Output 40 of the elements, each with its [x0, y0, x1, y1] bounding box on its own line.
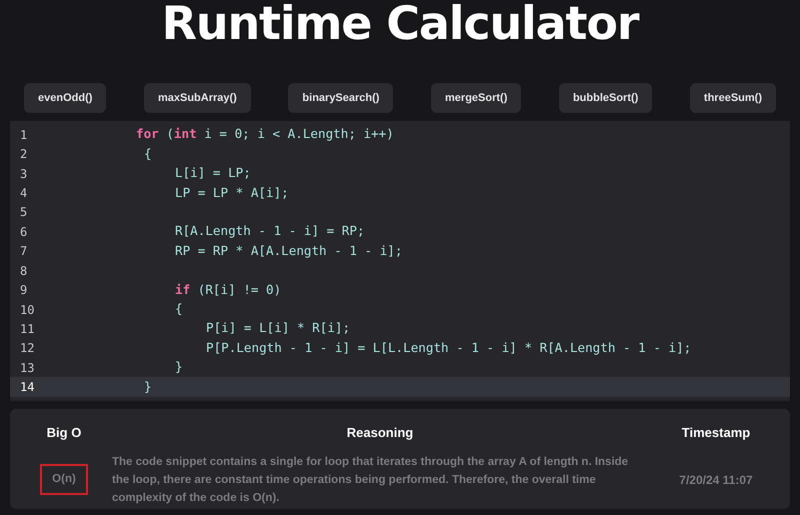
line-number: 2 — [19, 146, 28, 164]
line-number: 5 — [19, 204, 28, 222]
code-line: LP = LP * A[i]; — [175, 184, 289, 202]
line-number: 6 — [19, 224, 28, 241]
line-number: 1 — [19, 126, 28, 144]
code-line: { — [144, 144, 152, 163]
code-line: { — [175, 300, 183, 318]
code-line: P[P.Length - 1 - i] = L[L.Length - 1 - i] * R[A.Length - 1 - i]; — [206, 338, 692, 357]
line-number: 13 — [19, 360, 36, 377]
code-line: R[A.Length - 1 - i] = RP; — [175, 222, 365, 240]
app-title: Runtime Calculator — [162, 0, 638, 50]
timestamp: 7/20/24 11:07 — [679, 472, 753, 488]
code-editor[interactable] — [10, 121, 790, 401]
column-header: Big O — [46, 424, 82, 442]
line-number: 11 — [19, 320, 36, 338]
column-header: Reasoning — [346, 424, 414, 442]
example-button[interactable]: binarySearch() — [288, 83, 394, 113]
code-line: } — [144, 378, 152, 396]
line-number: 9 — [19, 282, 28, 300]
reasoning-text: The code snippet contains a single for loop that iterates through the array A of length n. Inside the loop, there are constant time operations being performed. Therefore, the overall time complexity of the code is O(n). — [112, 454, 630, 506]
code-line: if (R[i] != 0) — [175, 280, 282, 299]
example-button[interactable]: threeSum() — [690, 83, 776, 113]
big-o-cell: O(n) — [40, 464, 88, 496]
line-number: 12 — [19, 340, 36, 358]
code-line: } — [175, 358, 183, 376]
example-button[interactable]: maxSubArray() — [144, 83, 251, 113]
line-number: 10 — [19, 302, 36, 318]
column-header: Timestamp — [682, 424, 750, 442]
example-button[interactable]: mergeSort() — [431, 83, 522, 113]
line-number: 7 — [19, 243, 28, 260]
example-button[interactable]: evenOdd() — [24, 83, 106, 113]
line-number: 14 — [19, 379, 36, 396]
line-number: 3 — [19, 166, 28, 183]
code-line: RP = RP * A[A.Length - 1 - i]; — [175, 242, 402, 260]
code-line: P[i] = L[i] * R[i]; — [206, 319, 350, 338]
code-line: for (int i = 0; i < A.Length; i++) — [136, 125, 394, 144]
line-number: 4 — [19, 184, 28, 202]
example-button[interactable]: bubbleSort() — [558, 83, 652, 113]
line-number: 8 — [19, 262, 28, 280]
code-line: L[i] = LP; — [175, 164, 251, 182]
